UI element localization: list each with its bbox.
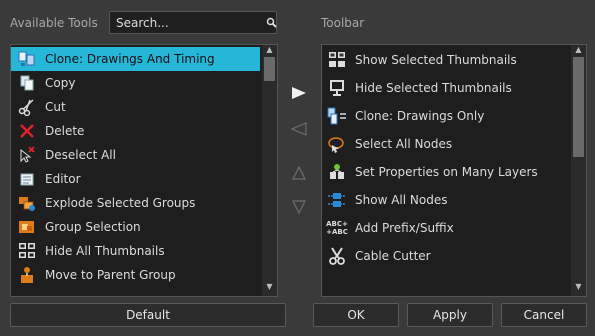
list-item-label: Cable Cutter [355,249,431,263]
list-item-label: Set Properties on Many Layers [355,165,538,179]
move-to-parent-group-icon [17,265,37,285]
delete-x-icon [17,121,37,141]
list-item-label: Move to Parent Group [45,268,176,282]
show-all-nodes-icon [327,190,347,210]
list-item-label: Hide All Thumbnails [45,244,165,258]
editor-icon [17,169,37,189]
copy-icon [17,73,37,93]
show-thumbnails-icon [327,50,347,70]
list-item-show-all-nodes[interactable]: Show All Nodes [322,188,447,212]
list-item-label: Show Selected Thumbnails [355,53,517,67]
remove-from-toolbar-button[interactable] [289,122,309,142]
list-item-label: Delete [45,124,85,138]
scissors-icon [17,97,37,117]
ok-button[interactable]: OK [313,303,399,327]
deselect-all-icon [17,145,37,165]
list-item-label: Editor [45,172,81,186]
toolbar-list-scrollbar[interactable]: ▲ ▼ [571,45,586,296]
list-item-label: Clone: Drawings And Timing [45,52,215,66]
scroll-down-arrow-icon[interactable]: ▼ [262,282,277,294]
clone-drawings-timing-icon [17,49,37,69]
list-item-set-properties-on-many-layers[interactable]: Set Properties on Many Layers [322,160,538,184]
search-box[interactable] [109,11,277,34]
list-item-label: Explode Selected Groups [45,196,196,210]
list-item-editor[interactable]: Editor [11,167,81,191]
search-icon[interactable] [266,17,277,29]
scroll-down-arrow-icon[interactable]: ▼ [571,282,586,294]
list-item-explode-selected-groups[interactable]: Explode Selected Groups [11,191,195,215]
move-up-button[interactable] [289,165,309,186]
hide-all-thumbnails-icon [17,241,37,261]
scroll-up-arrow-icon[interactable]: ▲ [262,45,277,57]
list-item-move-to-parent-group[interactable]: Move to Parent Group [11,263,176,287]
available-tools-list[interactable]: Clone: Drawings And Timing Copy Cut Dele… [10,44,278,297]
list-item-select-all-nodes[interactable]: Select All Nodes [322,132,452,156]
list-item-deselect-all[interactable]: Deselect All [11,143,116,167]
move-down-button[interactable] [289,200,309,220]
group-selection-icon [17,217,37,237]
scroll-thumb[interactable] [573,57,584,157]
list-item-show-selected-thumbnails[interactable]: Show Selected Thumbnails [322,48,517,72]
add-prefix-suffix-icon: ABC+ +ABC [325,218,349,238]
select-all-nodes-icon [327,134,347,154]
hide-thumbnails-icon [327,78,347,98]
explode-groups-icon [17,193,37,213]
list-item-delete[interactable]: Delete [11,119,84,143]
list-item-label: Cut [45,100,66,114]
default-button[interactable]: Default [10,303,286,327]
list-item-label: Clone: Drawings Only [355,109,485,123]
list-item-label: Add Prefix/Suffix [355,221,454,235]
search-input[interactable] [116,15,266,30]
available-tools-label: Available Tools [10,16,98,30]
scroll-thumb[interactable] [264,57,275,81]
cable-cutter-icon [327,246,347,266]
list-item-label: Group Selection [45,220,141,234]
toolbar-list[interactable]: Show Selected Thumbnails Hide Selected T… [321,44,587,297]
list-item-hide-all-thumbnails[interactable]: Hide All Thumbnails [11,239,165,263]
available-tools-scrollbar[interactable]: ▲ ▼ [262,45,277,296]
list-item-label: Show All Nodes [355,193,448,207]
list-item-hide-selected-thumbnails[interactable]: Hide Selected Thumbnails [322,76,512,100]
list-item-label: Select All Nodes [355,137,453,151]
list-item-label: Copy [45,76,76,90]
list-item-cut[interactable]: Cut [11,95,66,119]
list-item-copy[interactable]: Copy [11,71,75,95]
set-properties-icon [327,162,347,182]
list-item-group-selection[interactable]: Group Selection [11,215,141,239]
list-item-add-prefix-suffix[interactable]: ABC+ +ABC Add Prefix/Suffix [322,216,454,240]
list-item-label: Hide Selected Thumbnails [355,81,512,95]
scroll-up-arrow-icon[interactable]: ▲ [571,45,586,57]
list-item-cable-cutter[interactable]: Cable Cutter [322,244,431,268]
apply-button[interactable]: Apply [407,303,493,327]
list-item-clone-drawings-timing[interactable]: Clone: Drawings And Timing [11,47,260,71]
list-item-label: Deselect All [45,148,116,162]
cancel-button[interactable]: Cancel [501,303,587,327]
list-item-clone-drawings-only[interactable]: Clone: Drawings Only [322,104,484,128]
toolbar-label: Toolbar [321,16,365,30]
add-prefix-suffix-icon-text: ABC+ +ABC [326,220,348,236]
clone-drawings-only-icon [327,106,347,126]
add-to-toolbar-button[interactable] [289,86,309,106]
